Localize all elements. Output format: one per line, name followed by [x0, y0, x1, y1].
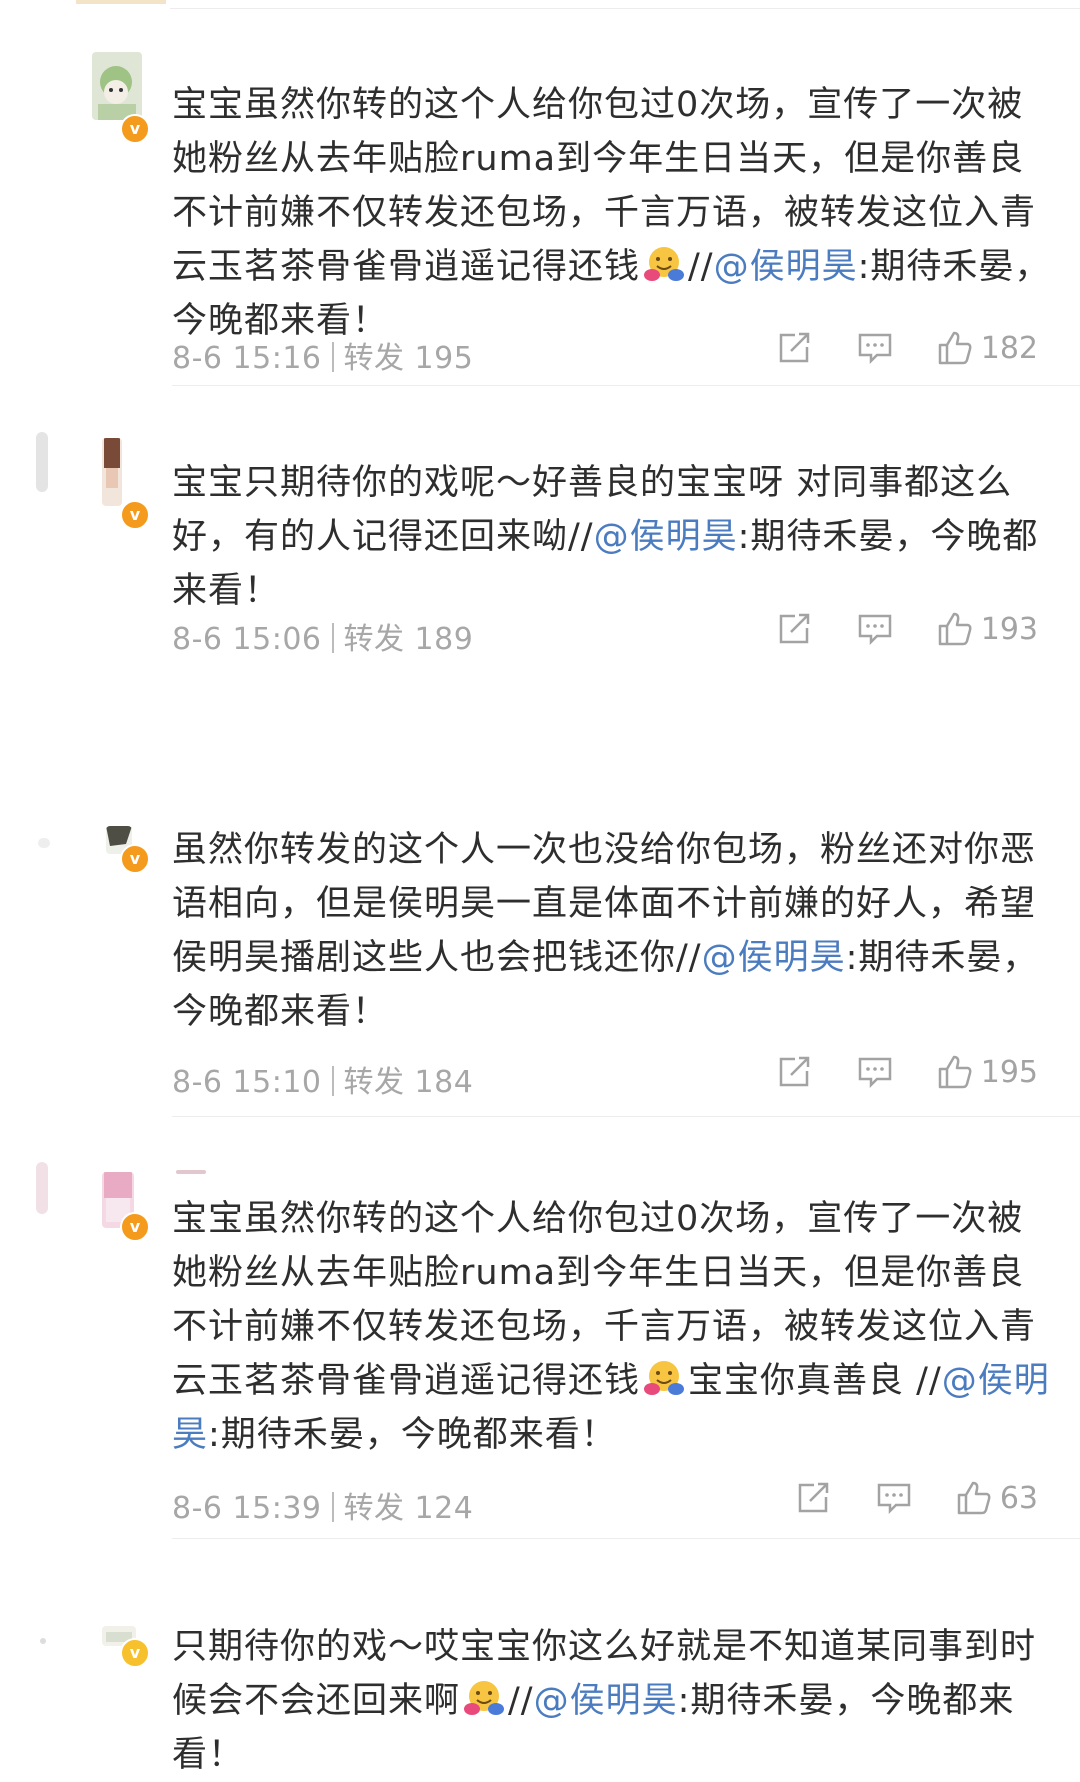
share-icon: [796, 1481, 832, 1515]
repost-separator: //: [508, 1681, 534, 1721]
like-button[interactable]: 182: [937, 330, 1038, 366]
share-button[interactable]: [777, 612, 813, 646]
share-icon: [777, 331, 813, 365]
mention-link[interactable]: @侯明昊: [594, 517, 738, 557]
top-divider: [170, 8, 1080, 9]
like-button[interactable]: 193: [937, 611, 1038, 647]
hug-emoji-icon: [642, 244, 686, 284]
share-button[interactable]: [796, 1481, 832, 1515]
thumbs-up-icon: [956, 1480, 992, 1516]
avatar[interactable]: v: [84, 438, 150, 530]
repost-count: 189: [414, 622, 474, 657]
repost-label: 转发: [343, 1065, 405, 1100]
verified-badge-icon: v: [120, 114, 150, 144]
like-button[interactable]: 195: [937, 1054, 1038, 1090]
timestamp: 8-6 15:06: [172, 622, 322, 657]
comment-meta: 8-6 15:39 转发 124: [172, 1483, 473, 1527]
repost-count: 124: [414, 1491, 474, 1526]
like-count: 195: [980, 1054, 1038, 1090]
meta-separator: [331, 623, 334, 653]
avatar-edge-mark: [36, 432, 48, 492]
verified-badge-icon: v: [120, 500, 150, 530]
share-icon: [777, 1055, 813, 1089]
timestamp: 8-6 15:39: [172, 1491, 322, 1526]
action-bar: 63: [752, 1480, 1038, 1516]
comment-button[interactable]: [857, 331, 893, 365]
verified-badge-icon: v: [120, 1638, 150, 1668]
quoted-text: :期待禾晏，今晚都来看！: [208, 1415, 617, 1455]
thumbs-up-icon: [937, 330, 973, 366]
meta-separator: [331, 1492, 334, 1522]
comment-button[interactable]: [876, 1481, 912, 1515]
comment-divider: [172, 1538, 1080, 1539]
comment-text: 宝宝虽然你转的这个人给你包过0次场，宣传了一次被她粉丝从去年贴脸ruma到今年生…: [172, 1192, 1052, 1462]
comment-text: 只期待你的戏～哎宝宝你这么好就是不知道某同事到时候会不会还回来啊//@侯明昊:期…: [172, 1620, 1052, 1782]
comment-meta: 8-6 15:10 转发 184: [172, 1057, 473, 1101]
avatar[interactable]: v: [84, 52, 150, 144]
comment-meta: 8-6 15:16 转发 195: [172, 333, 473, 377]
repost-label: 转发: [343, 622, 405, 657]
comment-button[interactable]: [857, 1055, 893, 1089]
repost-separator: //: [688, 247, 714, 287]
verified-badge-icon: v: [120, 844, 150, 874]
like-button[interactable]: 63: [956, 1480, 1038, 1516]
repost-label: 转发: [343, 341, 405, 376]
comment-divider: [172, 1116, 1080, 1117]
avatar[interactable]: v: [84, 1172, 150, 1250]
verified-badge-icon: v: [120, 1212, 150, 1242]
comment-icon: [857, 1055, 893, 1089]
like-count: 63: [999, 1480, 1038, 1516]
meta-separator: [331, 1066, 334, 1096]
thumbs-up-icon: [937, 611, 973, 647]
comment-icon: [857, 612, 893, 646]
avatar-edge-mark: [36, 1162, 48, 1214]
action-bar: 195: [733, 1054, 1038, 1090]
repost-label: 转发: [343, 1491, 405, 1526]
timestamp: 8-6 15:16: [172, 341, 322, 376]
repost-separator: //: [568, 517, 594, 557]
avatar-edge-mark: [38, 838, 50, 848]
comment-body-tail: 宝宝你真善良: [688, 1361, 905, 1401]
share-button[interactable]: [777, 331, 813, 365]
comment-text: 宝宝虽然你转的这个人给你包过0次场，宣传了一次被她粉丝从去年贴脸ruma到今年生…: [172, 78, 1052, 348]
repost-count: 195: [414, 341, 474, 376]
action-bar: 193: [733, 611, 1038, 647]
comment-icon: [857, 331, 893, 365]
action-bar: 182: [733, 330, 1038, 366]
comment-text: 宝宝只期待你的戏呢～好善良的宝宝呀 对同事都这么好，有的人记得还回来呦//@侯明…: [172, 456, 1052, 618]
avatar-image: [92, 52, 142, 120]
comment-divider: [172, 385, 1080, 386]
repost-separator: //: [676, 938, 702, 978]
mention-link[interactable]: @侯明昊: [714, 247, 858, 287]
avatar-image: [102, 438, 122, 506]
previous-item-edge: [76, 0, 166, 4]
share-icon: [777, 612, 813, 646]
repost-separator: //: [916, 1361, 942, 1401]
meta-separator: [331, 342, 334, 372]
mention-link[interactable]: @侯明昊: [534, 1681, 678, 1721]
comment-text: 虽然你转发的这个人一次也没给你包场，粉丝还对你恶语相向，但是侯明昊一直是体面不计…: [172, 823, 1052, 1039]
like-count: 182: [980, 330, 1038, 366]
comment-body: 宝宝虽然你转的这个人给你包过0次场，宣传了一次被她粉丝从去年贴脸ruma到今年生…: [172, 1199, 1037, 1401]
timestamp: 8-6 15:10: [172, 1065, 322, 1100]
mention-link[interactable]: @侯明昊: [702, 938, 846, 978]
hug-emoji-icon: [642, 1358, 686, 1398]
thumbs-up-icon: [937, 1054, 973, 1090]
repost-count: 184: [414, 1065, 474, 1100]
comment-button[interactable]: [857, 612, 893, 646]
label-fragment: [176, 1170, 206, 1174]
avatar[interactable]: v: [84, 1626, 150, 1704]
share-button[interactable]: [777, 1055, 813, 1089]
hug-emoji-icon: [462, 1678, 506, 1718]
avatar[interactable]: v: [84, 826, 150, 904]
like-count: 193: [980, 611, 1038, 647]
comment-icon: [876, 1481, 912, 1515]
comment-meta: 8-6 15:06 转发 189: [172, 614, 473, 658]
avatar-edge-mark: [40, 1638, 46, 1644]
